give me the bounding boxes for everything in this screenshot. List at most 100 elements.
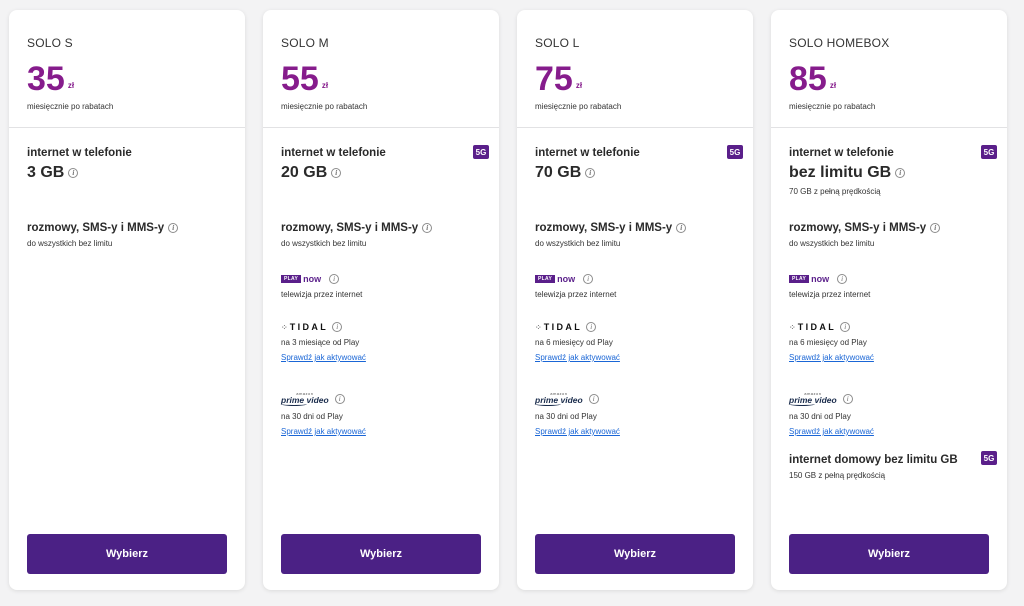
- prime-activate-link[interactable]: Sprawdź jak aktywować: [535, 427, 620, 436]
- internet-note: 70 GB z pełną prędkością: [789, 187, 881, 196]
- price-value: 55: [281, 60, 319, 98]
- info-icon[interactable]: i: [586, 322, 597, 332]
- info-icon[interactable]: i: [837, 274, 848, 284]
- info-icon[interactable]: i: [842, 394, 853, 404]
- choose-plan-button[interactable]: Wybierz: [535, 534, 735, 574]
- price-row: 55 zł: [281, 62, 499, 96]
- playnow-logo: PLAY now i: [281, 273, 489, 285]
- tidal-note: na 3 miesiące od Play: [281, 338, 360, 347]
- playnow-note: telewizja przez internet: [535, 290, 617, 299]
- internet-value-row: bez limitu GB i: [789, 164, 997, 182]
- prime-note: na 30 dni od Play: [789, 412, 851, 421]
- prime-activate-link[interactable]: Sprawdź jak aktywować: [789, 427, 874, 436]
- choose-plan-button[interactable]: Wybierz: [281, 534, 481, 574]
- price-row: 85 zł: [789, 62, 1007, 96]
- prime-logo-row: amazon prime video i: [535, 391, 743, 407]
- internet-value: 70 GB: [535, 164, 582, 181]
- internet-title: internet w telefonie: [789, 147, 894, 159]
- prime-logo-row: amazon prime video i: [281, 391, 489, 407]
- internet-section: internet w telefonie bez limitu GB i 70 …: [789, 147, 997, 196]
- tidal-logo-row: ⁘ TIDAL i: [789, 321, 997, 333]
- prime-activate-link[interactable]: Sprawdź jak aktywować: [281, 427, 366, 436]
- price-note: miesięcznie po rabatach: [789, 102, 876, 111]
- choose-plan-button[interactable]: Wybierz: [27, 534, 227, 574]
- tidal-activate-link[interactable]: Sprawdź jak aktywować: [535, 353, 620, 362]
- price-row: 35 zł: [27, 62, 245, 96]
- tidal-logo: TIDAL: [543, 322, 583, 332]
- info-icon[interactable]: i: [588, 394, 599, 404]
- plan-name: SOLO L: [535, 36, 580, 50]
- info-icon[interactable]: i: [331, 168, 342, 178]
- tidal-activate-link[interactable]: Sprawdź jak aktywować: [281, 353, 366, 362]
- price-note: miesięcznie po rabatach: [535, 102, 622, 111]
- info-icon[interactable]: i: [676, 223, 687, 233]
- playnow-logo-word: now: [303, 274, 322, 284]
- internet-title: internet w telefonie: [535, 147, 640, 159]
- playnow-section: PLAY now i telewizja przez internet: [281, 273, 489, 299]
- price-value: 85: [789, 60, 827, 98]
- info-icon[interactable]: i: [930, 223, 941, 233]
- info-icon[interactable]: i: [422, 223, 433, 233]
- amazon-smile-icon: [789, 402, 815, 407]
- price-currency: zł: [829, 81, 837, 90]
- plan-card-solo-s: SOLO S 35 zł miesięcznie po rabatach int…: [9, 10, 245, 590]
- tidal-note: na 6 miesięcy od Play: [789, 338, 867, 347]
- info-icon[interactable]: i: [168, 223, 179, 233]
- plan-header: SOLO L 75 zł miesięcznie po rabatach: [517, 10, 753, 128]
- prime-section: amazon prime video i na 30 dni od Play S…: [535, 391, 743, 439]
- tidal-logo-row: ⁘ TIDAL i: [535, 321, 743, 333]
- price-note: miesięcznie po rabatach: [281, 102, 368, 111]
- calls-title: rozmowy, SMS-y i MMS-y: [535, 222, 673, 234]
- tidal-logo: TIDAL: [797, 322, 837, 332]
- plan-card-solo-l: SOLO L 75 zł miesięcznie po rabatach 5G …: [517, 10, 753, 590]
- prime-note: na 30 dni od Play: [281, 412, 343, 421]
- prime-section: amazon prime video i na 30 dni od Play S…: [281, 391, 489, 439]
- playnow-logo-box: PLAY: [535, 275, 556, 283]
- plan-header: SOLO S 35 zł miesięcznie po rabatach: [9, 10, 245, 128]
- internet-value: 3 GB: [27, 164, 65, 181]
- info-icon[interactable]: i: [840, 322, 851, 332]
- tidal-logo: TIDAL: [289, 322, 329, 332]
- internet-value-row: 3 GB i: [27, 164, 235, 182]
- home-internet-section: internet domowy bez limitu GB 150 GB z p…: [789, 454, 997, 480]
- tidal-mark-icon: ⁘: [281, 322, 288, 332]
- playnow-logo-word: now: [811, 274, 830, 284]
- choose-plan-button[interactable]: Wybierz: [789, 534, 989, 574]
- info-icon[interactable]: i: [895, 168, 906, 178]
- home-internet-title: internet domowy bez limitu GB: [789, 454, 958, 466]
- prime-video-logo: amazon prime video: [789, 391, 837, 407]
- price-currency: zł: [321, 81, 329, 90]
- plan-header: SOLO HOMEBOX 85 zł miesięcznie po rabata…: [771, 10, 1007, 128]
- calls-note: do wszystkich bez limitu: [535, 239, 621, 248]
- internet-section: internet w telefonie 3 GB i: [27, 147, 235, 182]
- calls-section: rozmowy, SMS-y i MMS-y i do wszystkich b…: [535, 222, 743, 248]
- plan-name: SOLO M: [281, 36, 329, 50]
- info-icon[interactable]: i: [585, 168, 596, 178]
- prime-video-logo: amazon prime video: [281, 391, 329, 407]
- price-note: miesięcznie po rabatach: [27, 102, 114, 111]
- playnow-logo-box: PLAY: [789, 275, 810, 283]
- playnow-note: telewizja przez internet: [281, 290, 363, 299]
- tidal-section: ⁘ TIDAL i na 3 miesiące od Play Sprawdź …: [281, 321, 489, 365]
- tidal-activate-link[interactable]: Sprawdź jak aktywować: [789, 353, 874, 362]
- info-icon[interactable]: i: [583, 274, 594, 284]
- calls-note: do wszystkich bez limitu: [27, 239, 113, 248]
- internet-value: bez limitu GB: [789, 164, 892, 181]
- amazon-smile-icon: [281, 402, 307, 407]
- internet-title: internet w telefonie: [281, 147, 386, 159]
- internet-section: internet w telefonie 70 GB i: [535, 147, 743, 182]
- plan-header: SOLO M 55 zł miesięcznie po rabatach: [263, 10, 499, 128]
- playnow-section: PLAY now i telewizja przez internet: [789, 273, 997, 299]
- info-icon[interactable]: i: [68, 168, 79, 178]
- info-icon[interactable]: i: [334, 394, 345, 404]
- calls-title: rozmowy, SMS-y i MMS-y: [27, 222, 165, 234]
- info-icon[interactable]: i: [332, 322, 343, 332]
- internet-value-row: 70 GB i: [535, 164, 743, 182]
- info-icon[interactable]: i: [329, 274, 340, 284]
- price-value: 75: [535, 60, 573, 98]
- calls-section: rozmowy, SMS-y i MMS-y i do wszystkich b…: [789, 222, 997, 248]
- prime-logo-row: amazon prime video i: [789, 391, 997, 407]
- calls-title: rozmowy, SMS-y i MMS-y: [789, 222, 927, 234]
- tidal-note: na 6 miesięcy od Play: [535, 338, 613, 347]
- calls-title-row: rozmowy, SMS-y i MMS-y i: [27, 222, 235, 234]
